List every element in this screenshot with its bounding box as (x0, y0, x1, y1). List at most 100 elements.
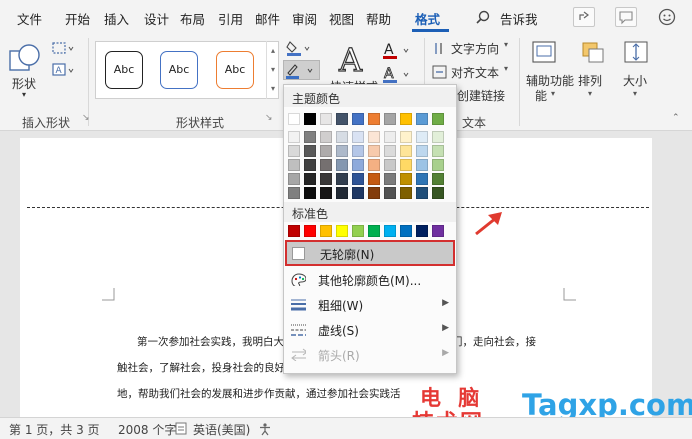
tab-format[interactable]: 格式 (415, 9, 440, 28)
theme-color-shade-swatch[interactable] (288, 159, 300, 171)
tab-file[interactable]: 文件 (17, 9, 42, 28)
align-text-button[interactable]: 对齐文本 (451, 64, 499, 81)
theme-color-shade-swatch[interactable] (416, 173, 428, 185)
theme-color-shade-swatch[interactable] (336, 159, 348, 171)
theme-color-shade-swatch[interactable] (432, 159, 444, 171)
tab-home[interactable]: 开始 (65, 9, 90, 28)
theme-color-shade-swatch[interactable] (288, 173, 300, 185)
theme-color-shade-swatch[interactable] (432, 145, 444, 157)
theme-color-shade-swatch[interactable] (400, 159, 412, 171)
theme-color-shade-swatch[interactable] (400, 145, 412, 157)
size-button[interactable]: 大小 (623, 72, 647, 89)
comments-button[interactable] (615, 7, 637, 27)
theme-color-shade-swatch[interactable] (384, 131, 396, 143)
standard-color-swatch[interactable] (304, 225, 316, 237)
dashes-item[interactable]: 虚线(S) ▶ (285, 318, 455, 342)
theme-color-swatch[interactable] (288, 113, 300, 125)
theme-color-shade-swatch[interactable] (304, 187, 316, 199)
shape-outline-button[interactable] (283, 60, 320, 80)
theme-color-shade-swatch[interactable] (432, 173, 444, 185)
standard-color-swatch[interactable] (320, 225, 332, 237)
theme-color-shade-swatch[interactable] (368, 131, 380, 143)
theme-color-shade-swatch[interactable] (384, 187, 396, 199)
theme-color-shade-swatch[interactable] (320, 131, 332, 143)
text-box-icon[interactable]: A (51, 62, 77, 78)
standard-color-swatch[interactable] (288, 225, 300, 237)
theme-color-shade-swatch[interactable] (368, 173, 380, 185)
arrange-button[interactable]: 排列 (578, 72, 602, 89)
theme-color-swatch[interactable] (320, 113, 332, 125)
theme-color-shade-swatch[interactable] (432, 187, 444, 199)
style-preset-blue[interactable]: Abc (160, 51, 198, 89)
collapse-ribbon-icon[interactable]: ⌃ (672, 113, 680, 123)
tab-references[interactable]: 引用 (218, 9, 243, 28)
tab-insert[interactable]: 插入 (104, 9, 129, 28)
standard-color-swatch[interactable] (416, 225, 428, 237)
theme-color-shade-swatch[interactable] (416, 187, 428, 199)
theme-color-shade-swatch[interactable] (304, 159, 316, 171)
page-count[interactable]: 第 1 页，共 3 页 (9, 421, 100, 438)
proofing-icon[interactable] (175, 422, 187, 435)
theme-color-shade-swatch[interactable] (352, 159, 364, 171)
edit-shape-icon[interactable] (51, 40, 77, 56)
theme-color-swatch[interactable] (352, 113, 364, 125)
theme-color-swatch[interactable] (368, 113, 380, 125)
theme-color-shade-swatch[interactable] (384, 145, 396, 157)
theme-color-shade-swatch[interactable] (336, 145, 348, 157)
accessibility-button[interactable]: 辅助功能 (526, 72, 574, 89)
theme-color-swatch[interactable] (416, 113, 428, 125)
theme-color-shade-swatch[interactable] (288, 131, 300, 143)
word-count[interactable]: 2008 个字 (118, 421, 176, 438)
theme-color-shade-swatch[interactable] (304, 145, 316, 157)
standard-color-swatch[interactable] (400, 225, 412, 237)
more-outline-colors-item[interactable]: 其他轮廓颜色(M)... (285, 268, 455, 292)
theme-color-shade-swatch[interactable] (384, 159, 396, 171)
tab-layout[interactable]: 布局 (180, 9, 205, 28)
theme-color-swatch[interactable] (336, 113, 348, 125)
standard-color-swatch[interactable] (352, 225, 364, 237)
theme-color-shade-swatch[interactable] (400, 187, 412, 199)
tab-help[interactable]: 帮助 (366, 9, 391, 28)
dialog-launcher-icon[interactable]: ↘ (82, 113, 90, 123)
tab-view[interactable]: 视图 (329, 9, 354, 28)
share-button[interactable] (573, 7, 595, 27)
tab-mailings[interactable]: 邮件 (255, 9, 280, 28)
theme-color-swatch[interactable] (432, 113, 444, 125)
theme-color-shade-swatch[interactable] (400, 131, 412, 143)
theme-color-shade-swatch[interactable] (288, 187, 300, 199)
theme-color-shade-swatch[interactable] (304, 131, 316, 143)
standard-color-swatch[interactable] (432, 225, 444, 237)
theme-color-shade-swatch[interactable] (304, 173, 316, 185)
theme-color-shade-swatch[interactable] (336, 187, 348, 199)
theme-color-shade-swatch[interactable] (352, 131, 364, 143)
theme-color-shade-swatch[interactable] (352, 173, 364, 185)
create-link-button[interactable]: 创建链接 (457, 87, 505, 104)
theme-color-shade-swatch[interactable] (352, 187, 364, 199)
standard-color-swatch[interactable] (368, 225, 380, 237)
theme-color-shade-swatch[interactable] (336, 131, 348, 143)
theme-color-shade-swatch[interactable] (368, 145, 380, 157)
standard-color-swatch[interactable] (336, 225, 348, 237)
theme-color-shade-swatch[interactable] (368, 159, 380, 171)
theme-color-shade-swatch[interactable] (368, 187, 380, 199)
language-indicator[interactable]: 英语(美国) (193, 421, 250, 438)
theme-color-shade-swatch[interactable] (320, 173, 332, 185)
dialog-launcher-icon[interactable]: ↘ (265, 113, 273, 123)
standard-color-swatch[interactable] (384, 225, 396, 237)
gallery-scroll[interactable]: ▴ ▾ ▾ (266, 41, 279, 99)
tell-me-search[interactable]: 告诉我 (500, 9, 538, 28)
theme-color-swatch[interactable] (384, 113, 396, 125)
theme-color-shade-swatch[interactable] (416, 159, 428, 171)
weight-item[interactable]: 粗细(W) ▶ (285, 293, 455, 317)
theme-color-shade-swatch[interactable] (384, 173, 396, 185)
style-preset-black[interactable]: Abc (105, 51, 143, 89)
text-direction-button[interactable]: 文字方向 (451, 40, 499, 57)
theme-color-shade-swatch[interactable] (320, 187, 332, 199)
shape-fill-icon[interactable] (285, 39, 313, 57)
tab-review[interactable]: 审阅 (292, 9, 317, 28)
theme-color-swatch[interactable] (400, 113, 412, 125)
theme-color-shade-swatch[interactable] (400, 173, 412, 185)
theme-color-shade-swatch[interactable] (352, 145, 364, 157)
theme-color-shade-swatch[interactable] (320, 145, 332, 157)
no-outline-item[interactable]: 无轮廓(N) (285, 240, 455, 266)
